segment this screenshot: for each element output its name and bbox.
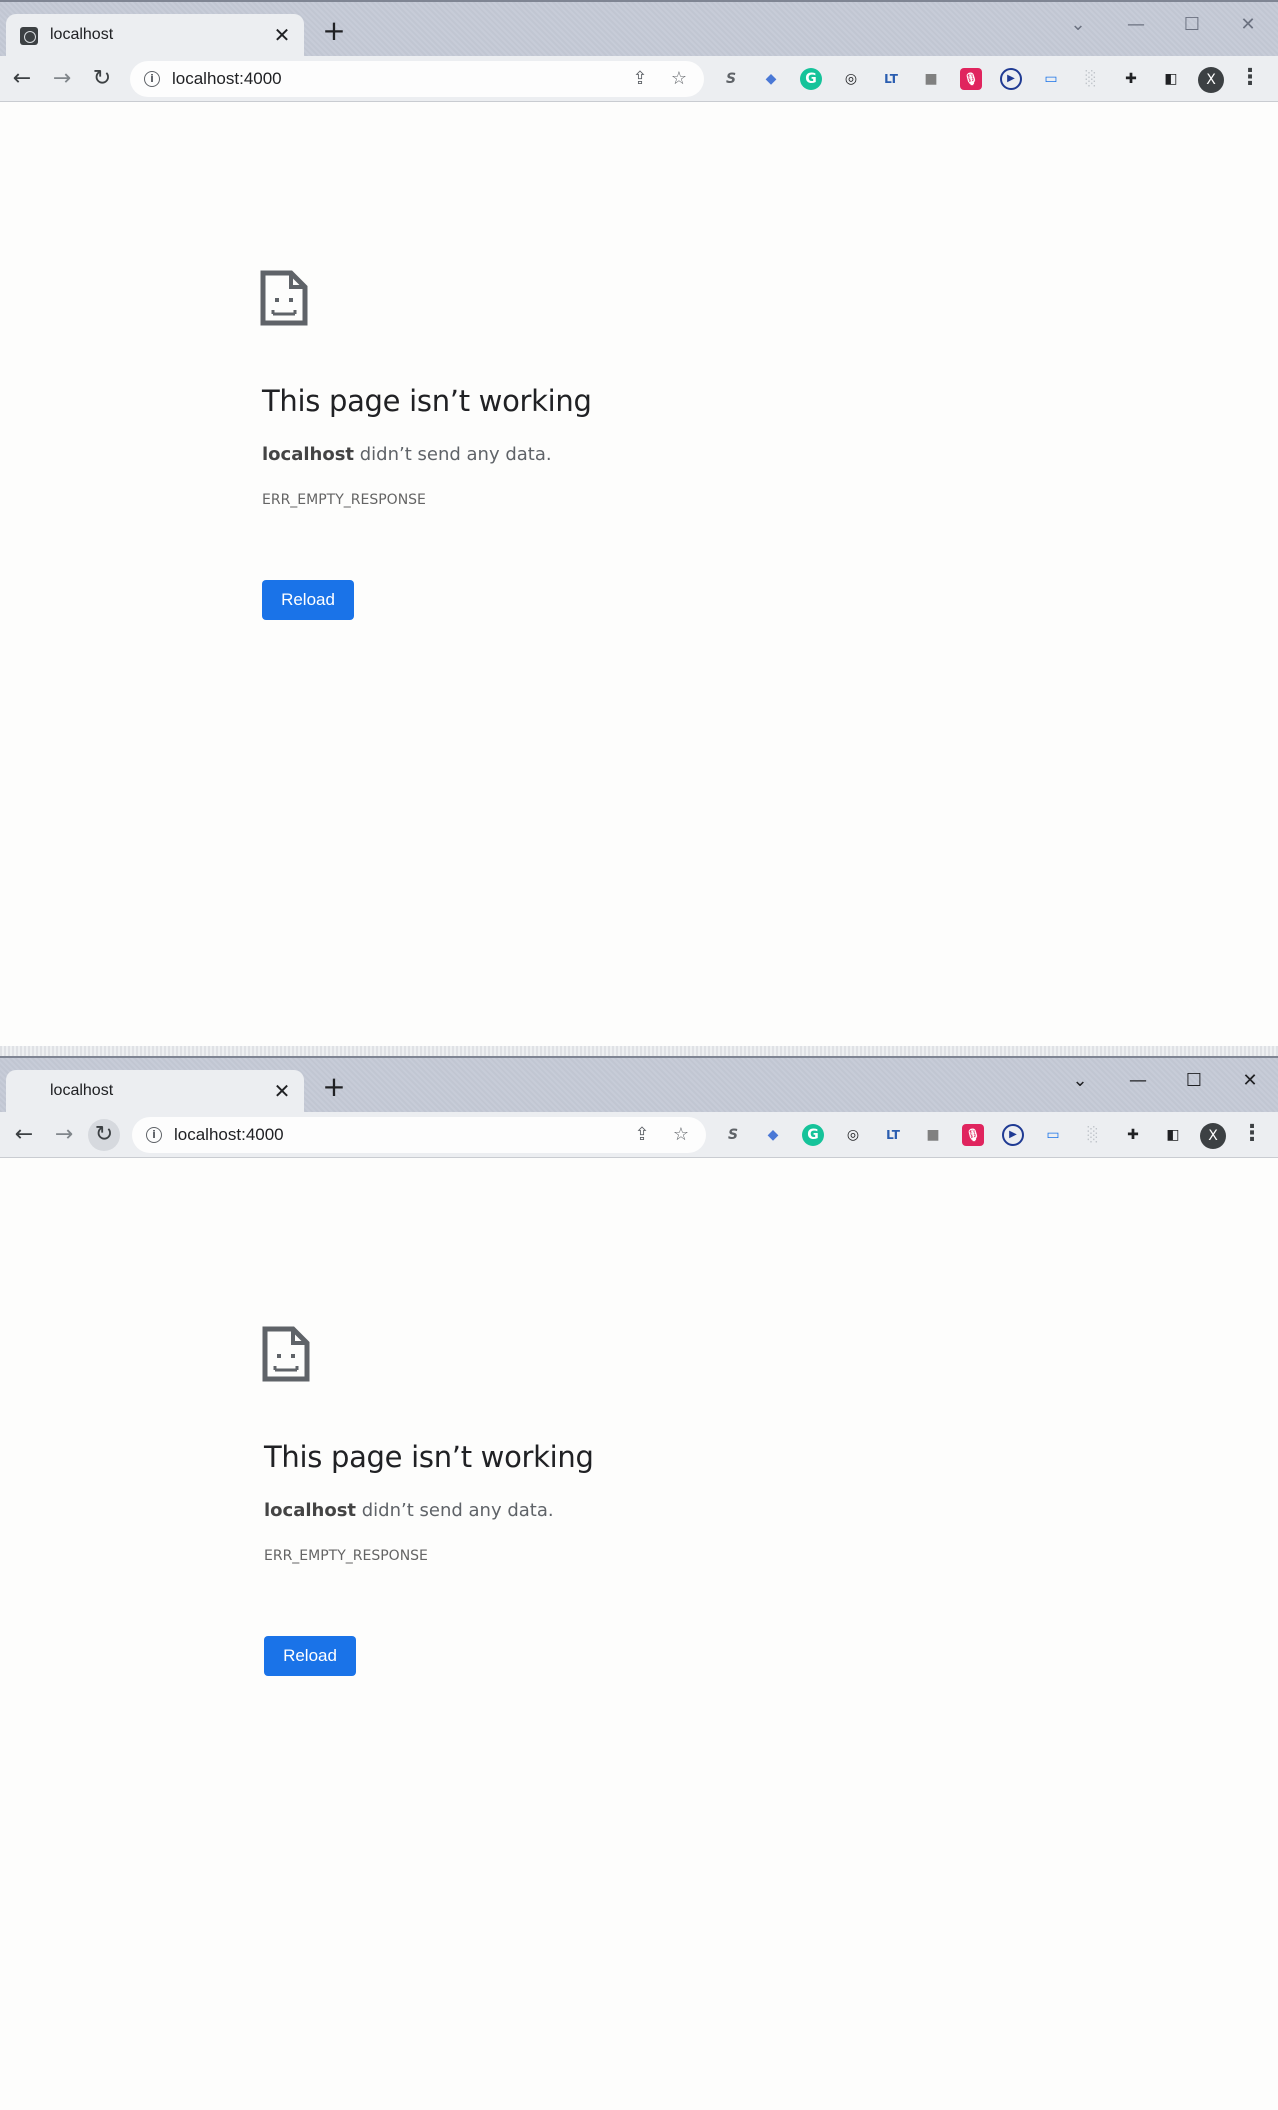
close-window-button[interactable]: ✕ xyxy=(1228,8,1268,42)
extension-cap-icon[interactable]: ◆ xyxy=(760,68,782,90)
back-button[interactable]: ← xyxy=(6,63,38,95)
close-window-button[interactable]: ✕ xyxy=(1230,1064,1270,1098)
new-tab-button[interactable]: + xyxy=(318,1072,350,1104)
bookmark-star-icon[interactable]: ☆ xyxy=(667,67,691,91)
address-bar[interactable]: i localhost:4000 ⇪ ☆ xyxy=(132,1117,706,1153)
grammarly-icon[interactable]: G xyxy=(800,68,822,90)
browser-window-bottom: localhost ✕ + ⌄ — ☐ ✕ ← → ↻ i localhost:… xyxy=(0,1056,1278,2110)
menu-icon[interactable]: ⋮ xyxy=(1238,66,1262,92)
minimize-button[interactable]: — xyxy=(1116,8,1156,42)
extension-gray-square-icon[interactable]: ■ xyxy=(920,68,942,90)
languagetool-icon[interactable]: LT xyxy=(882,1124,904,1146)
error-host: localhost xyxy=(262,444,355,465)
browser-toolbar: ← → ↻ i localhost:4000 ⇪ ☆ S ◆ G ◎ LT ■ … xyxy=(0,56,1278,102)
tab-search-icon[interactable]: ⌄ xyxy=(1060,1064,1100,1098)
share-icon[interactable]: ⇪ xyxy=(628,67,652,91)
side-panel-icon[interactable]: ◧ xyxy=(1162,1124,1184,1146)
minimize-button[interactable]: — xyxy=(1118,1064,1158,1098)
info-icon[interactable]: i xyxy=(146,1127,162,1143)
url-text[interactable]: localhost:4000 xyxy=(172,69,282,89)
extension-circle-icon[interactable]: ◎ xyxy=(840,68,862,90)
reload-page-button[interactable]: Reload xyxy=(262,580,354,620)
languagetool-icon[interactable]: LT xyxy=(880,68,902,90)
tab-close-icon[interactable]: ✕ xyxy=(270,1079,294,1103)
error-heading: This page isn’t working xyxy=(262,384,592,418)
bookmark-star-icon[interactable]: ☆ xyxy=(669,1123,693,1147)
reload-button[interactable]: ↻ xyxy=(88,1119,120,1151)
sad-page-icon xyxy=(262,1326,310,1382)
error-code: ERR_EMPTY_RESPONSE xyxy=(264,1548,428,1564)
tab-title: localhost xyxy=(50,1082,114,1099)
extensions-puzzle-icon[interactable]: ✚ xyxy=(1122,1124,1144,1146)
error-message-text: didn’t send any data. xyxy=(354,444,552,465)
menu-icon[interactable]: ⋮ xyxy=(1240,1122,1264,1148)
extensions-puzzle-icon[interactable]: ✚ xyxy=(1120,68,1142,90)
title-bar: localhost ✕ + ⌄ — ☐ ✕ xyxy=(0,0,1278,58)
microphone-icon[interactable]: 🎙 xyxy=(960,68,982,90)
maximize-button[interactable]: ☐ xyxy=(1172,8,1212,42)
extension-s-icon[interactable]: S xyxy=(722,1124,744,1146)
cast-icon[interactable]: ▭ xyxy=(1042,1124,1064,1146)
url-text[interactable]: localhost:4000 xyxy=(174,1125,284,1145)
error-message: localhost didn’t send any data. xyxy=(262,444,552,465)
error-message: localhost didn’t send any data. xyxy=(264,1500,554,1521)
extension-gray-square-icon[interactable]: ■ xyxy=(922,1124,944,1146)
info-icon[interactable]: i xyxy=(144,71,160,87)
tab-search-icon[interactable]: ⌄ xyxy=(1058,8,1098,42)
browser-window-top: localhost ✕ + ⌄ — ☐ ✕ ← → ↻ i localhost:… xyxy=(0,0,1278,1052)
extension-faded-icon[interactable]: ░ xyxy=(1082,1124,1104,1146)
play-icon[interactable]: ▶ xyxy=(1000,68,1022,90)
forward-button[interactable]: → xyxy=(46,63,78,95)
new-tab-button[interactable]: + xyxy=(318,16,350,48)
profile-avatar[interactable]: X xyxy=(1198,67,1224,93)
profile-avatar[interactable]: X xyxy=(1200,1123,1226,1149)
error-host: localhost xyxy=(264,1500,357,1521)
extension-circle-icon[interactable]: ◎ xyxy=(842,1124,864,1146)
tab-close-icon[interactable]: ✕ xyxy=(270,23,294,47)
share-icon[interactable]: ⇪ xyxy=(630,1123,654,1147)
extension-s-icon[interactable]: S xyxy=(720,68,742,90)
extension-cap-icon[interactable]: ◆ xyxy=(762,1124,784,1146)
address-bar[interactable]: i localhost:4000 ⇪ ☆ xyxy=(130,61,704,97)
title-bar: localhost ✕ + ⌄ — ☐ ✕ xyxy=(0,1056,1278,1114)
maximize-button[interactable]: ☐ xyxy=(1174,1064,1214,1098)
loading-favicon-icon xyxy=(20,1083,38,1101)
cast-icon[interactable]: ▭ xyxy=(1040,68,1062,90)
browser-toolbar: ← → ↻ i localhost:4000 ⇪ ☆ S ◆ G ◎ LT ■ … xyxy=(0,1112,1278,1158)
play-icon[interactable]: ▶ xyxy=(1002,1124,1024,1146)
tab-localhost[interactable]: localhost ✕ xyxy=(6,1070,304,1114)
error-code: ERR_EMPTY_RESPONSE xyxy=(262,492,426,508)
side-panel-icon[interactable]: ◧ xyxy=(1160,68,1182,90)
grammarly-icon[interactable]: G xyxy=(802,1124,824,1146)
tab-localhost[interactable]: localhost ✕ xyxy=(6,14,304,58)
microphone-icon[interactable]: 🎙 xyxy=(962,1124,984,1146)
tab-title: localhost xyxy=(50,26,114,43)
forward-button[interactable]: → xyxy=(48,1119,80,1151)
react-favicon-icon xyxy=(20,27,38,45)
error-message-text: didn’t send any data. xyxy=(356,1500,554,1521)
frame-divider xyxy=(0,1046,1278,1056)
extension-faded-icon[interactable]: ░ xyxy=(1080,68,1102,90)
back-button[interactable]: ← xyxy=(8,1119,40,1151)
reload-page-button[interactable]: Reload xyxy=(264,1636,356,1676)
error-heading: This page isn’t working xyxy=(264,1440,594,1474)
reload-button[interactable]: ↻ xyxy=(86,63,118,95)
sad-page-icon xyxy=(260,270,308,326)
